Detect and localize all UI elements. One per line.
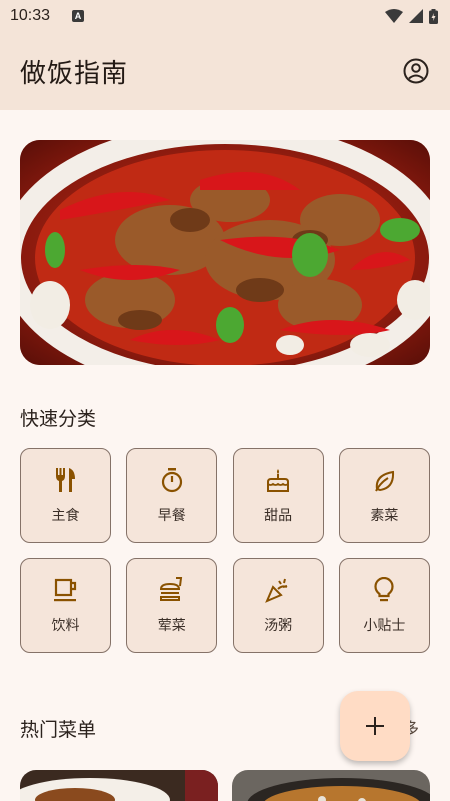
hot-menu-title: 热门菜单: [20, 719, 97, 741]
app-title: 做饭指南: [20, 58, 129, 89]
battery-charging-icon: [429, 8, 438, 24]
leaf-icon: [371, 467, 397, 493]
category-label: 汤粥: [264, 617, 293, 634]
cup-icon: [53, 577, 79, 603]
category-dessert[interactable]: 甜品: [232, 448, 324, 543]
category-label: 早餐: [157, 507, 186, 524]
category-tips[interactable]: 小贴士: [338, 558, 430, 653]
category-grid: 主食 早餐 甜品 素菜 饮料 荤菜 汤粥 小贴士: [20, 448, 430, 653]
category-meat[interactable]: 荤菜: [126, 558, 218, 653]
fork-knife-icon: [53, 467, 79, 493]
burger-icon: [159, 576, 185, 603]
cake-icon: [265, 467, 291, 493]
category-drink[interactable]: 饮料: [20, 558, 111, 653]
wifi-icon: [385, 9, 403, 23]
category-label: 主食: [51, 507, 80, 524]
add-icon: [366, 717, 384, 735]
signal-icon: [409, 9, 423, 23]
recipe-card[interactable]: [20, 770, 218, 801]
category-label: 甜品: [264, 507, 293, 524]
celebration-icon: [265, 577, 291, 603]
a-badge-icon: A: [72, 10, 85, 22]
lightbulb-icon: [371, 576, 397, 603]
add-recipe-button[interactable]: [340, 691, 410, 761]
status-icons: [385, 8, 438, 24]
category-label: 荤菜: [157, 617, 186, 634]
status-bar: 10:33 A: [0, 0, 450, 32]
account-circle-icon[interactable]: [402, 57, 430, 85]
timer-icon: [159, 467, 185, 493]
category-main-food[interactable]: 主食: [20, 448, 111, 543]
category-label: 小贴士: [363, 617, 406, 634]
status-time: 10:33: [10, 7, 51, 24]
recipe-card[interactable]: [232, 770, 430, 801]
category-breakfast[interactable]: 早餐: [126, 448, 218, 543]
category-soup[interactable]: 汤粥: [232, 558, 324, 653]
category-label: 饮料: [51, 617, 80, 634]
category-label: 素菜: [370, 507, 399, 524]
hero-image[interactable]: [20, 140, 430, 365]
top-app-bar: 做饭指南: [0, 32, 450, 110]
category-vegetable[interactable]: 素菜: [338, 448, 430, 543]
categories-title: 快速分类: [20, 408, 97, 430]
